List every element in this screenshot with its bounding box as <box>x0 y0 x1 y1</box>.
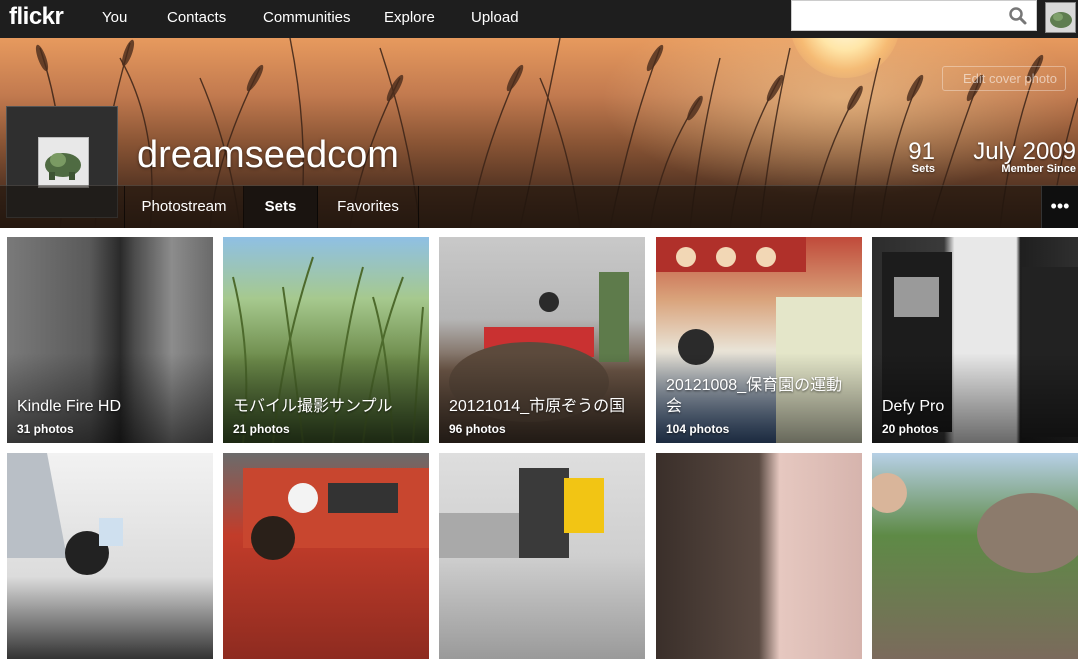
set-count: 20 photos <box>882 422 939 436</box>
search-box[interactable] <box>791 0 1037 31</box>
elephant-image <box>872 473 1078 573</box>
avatar-image <box>39 138 88 187</box>
set-tile[interactable]: Defy Pro 20 photos <box>872 237 1078 443</box>
avatar-frame <box>38 137 89 188</box>
set-tile-partial[interactable] <box>7 453 213 659</box>
more-options-button[interactable]: ••• <box>1041 186 1078 228</box>
nav-communities[interactable]: Communities <box>263 9 351 26</box>
nav-contacts[interactable]: Contacts <box>167 9 226 26</box>
member-since-date: July 2009 <box>973 138 1076 165</box>
edit-cover-button[interactable]: Edit cover photo <box>942 66 1066 91</box>
set-title: Kindle Fire HD <box>17 398 122 415</box>
top-nav: flickr You Contacts Communities Explore … <box>0 0 1078 38</box>
set-count: 104 photos <box>666 422 730 436</box>
search-icon[interactable] <box>1008 6 1028 26</box>
set-tile-partial[interactable] <box>656 453 862 659</box>
tower-image <box>7 453 123 575</box>
set-tile[interactable]: Kindle Fire HD 31 photos <box>7 237 213 443</box>
set-title: 20121008_保育園の運動会 <box>666 377 843 415</box>
set-tile[interactable]: 20121014_市原ぞうの国 96 photos <box>439 237 645 443</box>
truck-image <box>243 468 429 560</box>
tab-photostream[interactable]: Photostream <box>124 186 244 228</box>
user-avatar[interactable] <box>1045 2 1076 33</box>
set-tile-partial[interactable] <box>439 453 645 659</box>
set-title: モバイル撮影サンプル <box>233 398 393 415</box>
set-title: Defy Pro <box>882 398 945 415</box>
avatar-image <box>1046 3 1075 32</box>
set-tile-partial[interactable] <box>872 453 1078 659</box>
flickr-logo[interactable]: flickr <box>9 3 64 31</box>
sets-count: 91 <box>908 138 935 165</box>
set-count: 31 photos <box>17 422 74 436</box>
sets-label: Sets <box>911 163 935 175</box>
set-count: 96 photos <box>449 422 506 436</box>
nav-you[interactable]: You <box>102 9 127 26</box>
set-count: 21 photos <box>233 422 290 436</box>
tab-sets[interactable]: Sets <box>244 186 318 228</box>
set-tile[interactable]: 20121008_保育園の運動会 104 photos <box>656 237 862 443</box>
nav-upload[interactable]: Upload <box>471 9 519 26</box>
member-since-label: Member Since <box>1001 163 1076 175</box>
lego-image <box>439 468 604 558</box>
username: dreamseedcom <box>137 134 399 176</box>
profile-tabs: Photostream Sets Favorites ••• <box>0 185 1078 228</box>
tab-favorites[interactable]: Favorites <box>318 186 419 228</box>
set-tile-partial[interactable] <box>223 453 429 659</box>
set-tile[interactable]: モバイル撮影サンプル 21 photos <box>223 237 429 443</box>
nav-explore[interactable]: Explore <box>384 9 435 26</box>
set-title: 20121014_市原ぞうの国 <box>449 398 626 415</box>
